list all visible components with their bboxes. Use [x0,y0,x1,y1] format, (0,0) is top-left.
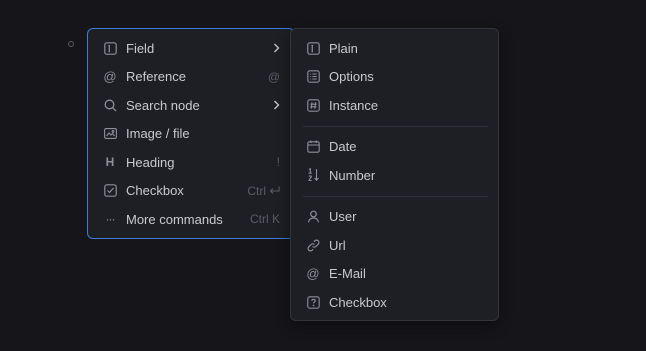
menu-item-label: Field [126,40,155,56]
submenu-item-date[interactable]: Date [291,133,498,162]
submenu-item-label: Options [329,69,374,85]
divider [303,125,488,127]
at-icon: @ [103,69,117,85]
submenu-item-plain[interactable]: Plain [291,34,498,63]
submenu-item-label: E-Mail [329,266,366,282]
submenu-item-instance[interactable]: Instance [291,91,498,120]
command-menu: Field @ Reference @ Search node Image / … [87,28,295,239]
divider [303,195,488,197]
shortcut-hint: @ [267,69,280,84]
menu-item-reference[interactable]: @ Reference @ [88,63,294,92]
submenu-item-number[interactable]: Number [291,161,498,190]
menu-item-image-file[interactable]: Image / file [88,120,294,149]
menu-item-checkbox[interactable]: Checkbox Ctrl [88,177,294,206]
menu-item-label: Heading [126,154,175,170]
shortcut-hint: Ctrl [247,184,280,198]
image-icon [102,126,118,142]
menu-item-more-commands[interactable]: ··· More commands Ctrl K [88,205,294,234]
menu-item-label: Checkbox [126,183,184,199]
menu-item-label: Image / file [126,126,190,142]
menu-item-label: Reference [126,69,186,85]
number-icon [305,167,321,183]
shortcut-hint: Ctrl K [250,212,280,227]
menu-item-heading[interactable]: H Heading ! [88,148,294,177]
submenu-item-url[interactable]: Url [291,231,498,260]
submenu-item-checkbox[interactable]: Checkbox [291,288,498,317]
search-icon [102,97,118,113]
link-icon [305,237,321,253]
calendar-icon [305,139,321,155]
user-icon [305,209,321,225]
plain-field-icon [305,40,321,56]
submenu-item-label: Url [329,237,346,253]
checkbox-icon [102,183,118,199]
menu-item-search-node[interactable]: Search node [88,91,294,120]
submenu-item-user[interactable]: User [291,203,498,232]
submenu-item-email[interactable]: @ E-Mail [291,260,498,289]
submenu-item-label: Plain [329,40,358,56]
hash-icon [305,97,321,113]
shortcut-text: Ctrl [247,183,266,198]
menu-item-label: Search node [126,97,200,113]
enter-key-icon [269,186,280,195]
submenu-item-label: Instance [329,97,379,113]
menu-item-field[interactable]: Field [88,34,294,63]
question-box-icon [305,294,321,310]
submenu-item-label: Checkbox [329,294,387,310]
field-type-submenu: Plain Options Instance Date Number User … [290,28,499,321]
menu-item-label: More commands [126,211,223,227]
options-list-icon [305,69,321,85]
submenu-item-label: User [329,209,357,225]
ellipsis-icon: ··· [105,212,116,227]
field-icon [102,40,118,56]
chevron-right-icon [273,43,280,53]
node-bullet[interactable] [68,41,74,47]
shortcut-hint: ! [276,155,280,170]
at-icon: @ [306,266,320,282]
editor-canvas: Field @ Reference @ Search node Image / … [0,0,646,351]
submenu-item-label: Date [329,139,357,155]
submenu-item-options[interactable]: Options [291,63,498,92]
submenu-item-label: Number [329,167,376,183]
chevron-right-icon [273,100,280,110]
heading-icon: H [105,155,115,170]
